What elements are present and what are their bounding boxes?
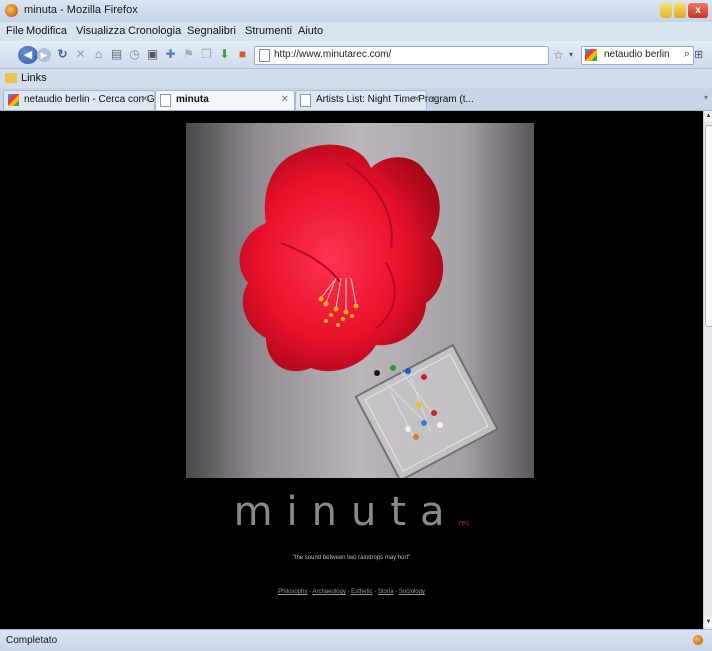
vertical-scrollbar[interactable]: ▲ ▼ [703, 111, 712, 629]
tab-bar: netaudio berlin - Cerca con Google ✕ min… [0, 88, 712, 111]
tab-google-search[interactable]: netaudio berlin - Cerca con Google ✕ [3, 90, 179, 110]
addon-icon[interactable]: ⬇ [218, 48, 231, 61]
tab-artists-list[interactable]: Artists List: Night Time Program (t... ✕ [295, 90, 474, 110]
firefox-logo-icon [5, 4, 18, 17]
url-dropdown-icon[interactable]: ▾ [569, 50, 573, 59]
logo-text: minuta [233, 489, 459, 535]
address-bar[interactable]: http://www.minutarec.com/ [254, 46, 549, 65]
copy-icon[interactable]: ❐ [200, 48, 213, 61]
flag-icon[interactable]: ⚑ [182, 48, 195, 61]
site-tagline: "the sound between two raindrops may hur… [292, 555, 411, 561]
logo-sub: rec [458, 519, 470, 527]
page-icon [300, 94, 311, 107]
tab-label: Artists List: Night Time Program (t... [316, 94, 474, 105]
status-text: Completato [6, 635, 58, 646]
bookmark-star-icon[interactable]: ☆ [553, 48, 564, 62]
bookmark-manager-icon[interactable]: ✚ [164, 48, 177, 61]
folder-icon[interactable] [5, 73, 17, 83]
close-tab-icon[interactable]: ✕ [141, 94, 149, 105]
link-sociology[interactable]: Sociology [399, 589, 425, 595]
extension-icon[interactable]: ■ [236, 48, 249, 61]
print-icon[interactable]: ▤ [110, 48, 123, 61]
menu-file[interactable]: File [6, 25, 24, 37]
tab-label: minuta [176, 94, 209, 105]
search-box[interactable]: netaudio berlin ⌕ [581, 46, 694, 65]
flower-image [186, 123, 534, 478]
menu-cronologia[interactable]: Cronologia [128, 25, 181, 37]
menu-strumenti[interactable]: Strumenti [245, 25, 292, 37]
page-icon [160, 94, 171, 107]
navigation-toolbar: ◀ ▶ ↻ ✕ ⌂ ▤ ◷ ▣ ✚ ⚑ ❐ ⬇ ■ http://www.min… [0, 41, 712, 69]
google-icon[interactable] [585, 49, 597, 61]
forward-button[interactable]: ▶ [37, 48, 51, 62]
link-archaeology[interactable]: Archaeology [312, 589, 345, 595]
bookmark-folder-links[interactable]: Links [21, 72, 47, 84]
feed-icon[interactable]: ⊞ [694, 48, 703, 61]
menu-visualizza[interactable]: Visualizza [76, 25, 125, 37]
menu-segnalibri[interactable]: Segnalibri [187, 25, 236, 37]
close-button[interactable]: x [688, 3, 708, 18]
link-philosophy[interactable]: Philosophy [278, 589, 307, 595]
addon-status-icon[interactable] [693, 635, 703, 645]
scroll-thumb[interactable] [705, 125, 712, 327]
window-title: minuta - Mozilla Firefox [24, 4, 138, 16]
menu-aiuto[interactable]: Aiuto [298, 25, 323, 37]
downloads-icon[interactable]: ▣ [146, 48, 159, 61]
address-url[interactable]: http://www.minutarec.com/ [274, 49, 391, 60]
site-nav-links: Philosophy - Archaeology - Esthetic - St… [0, 589, 703, 595]
close-tab-icon[interactable]: ✕ [281, 94, 289, 105]
search-input[interactable]: netaudio berlin [604, 49, 670, 60]
tab-list-icon[interactable]: ▾ [704, 93, 708, 102]
tab-minuta[interactable]: minuta ✕ [155, 90, 295, 110]
scroll-up-icon[interactable]: ▲ [705, 111, 712, 121]
reload-icon[interactable]: ↻ [56, 48, 69, 61]
minimize-button[interactable] [660, 3, 672, 18]
flower-photo [186, 123, 534, 478]
page-icon [259, 49, 270, 62]
back-button[interactable]: ◀ [18, 46, 38, 64]
status-bar: Completato [0, 629, 712, 651]
maximize-button[interactable] [674, 3, 686, 18]
scroll-down-icon[interactable]: ▼ [705, 617, 712, 627]
google-icon [8, 94, 19, 106]
new-tab-icon[interactable]: + [430, 92, 437, 106]
title-bar: minuta - Mozilla Firefox x [0, 0, 712, 23]
page-content: minutarec "the sound between two raindro… [0, 111, 703, 629]
stop-icon[interactable]: ✕ [74, 48, 87, 61]
search-icon[interactable]: ⌕ [684, 48, 690, 61]
history-icon[interactable]: ◷ [128, 48, 141, 61]
menu-modifica[interactable]: Modifica [26, 25, 67, 37]
link-esthetic[interactable]: Esthetic [351, 589, 372, 595]
menu-bar: File Modifica Visualizza Cronologia Segn… [0, 22, 712, 41]
home-icon[interactable]: ⌂ [92, 48, 105, 61]
bookmarks-bar: Links [0, 69, 712, 89]
link-storia[interactable]: Storia [378, 589, 394, 595]
site-logo: minutarec [0, 489, 703, 535]
close-tab-icon[interactable]: ✕ [413, 94, 421, 105]
